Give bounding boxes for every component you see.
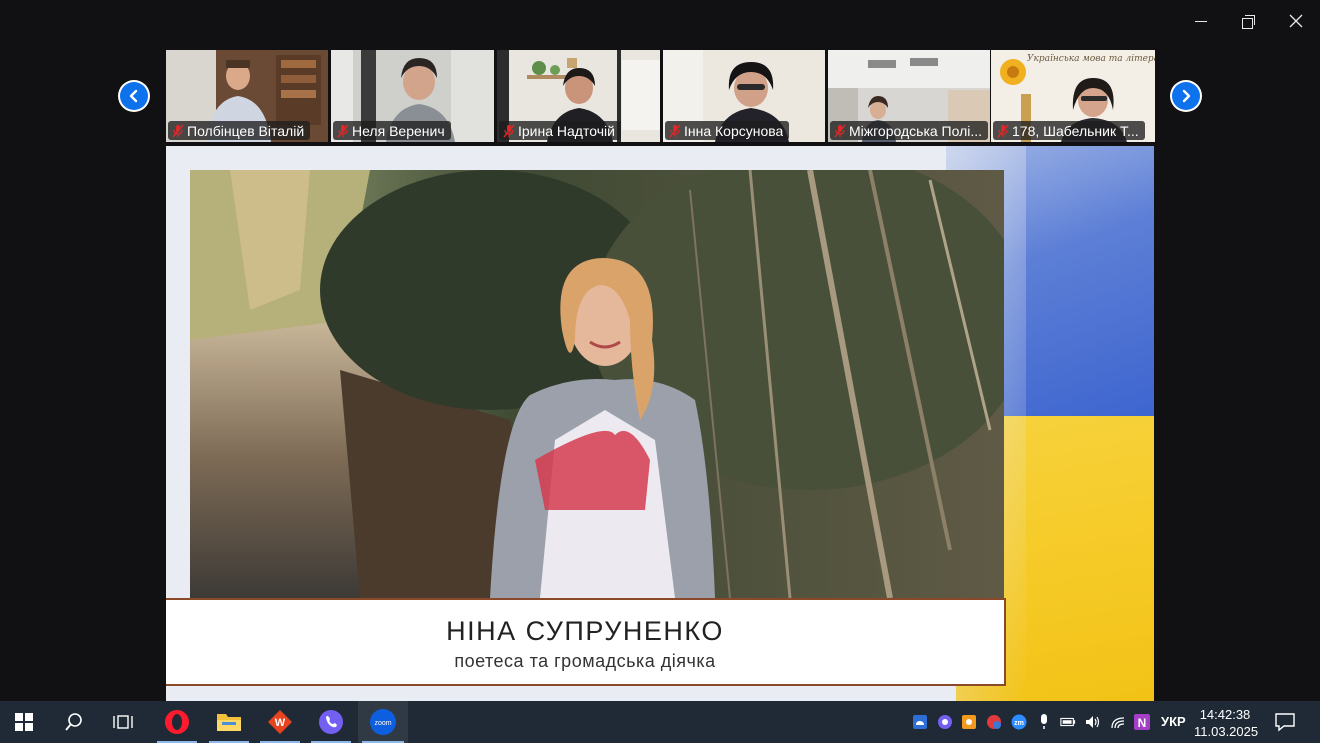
antivirus-tray-icon[interactable] bbox=[986, 714, 1002, 730]
minimize-button[interactable] bbox=[1178, 8, 1224, 34]
mic-muted-icon bbox=[669, 124, 681, 137]
participant-name: Інна Корсунова bbox=[684, 122, 784, 139]
gallery-next-button[interactable] bbox=[1170, 80, 1202, 112]
mic-muted-icon bbox=[834, 124, 846, 137]
participant-name: Полбінцев Віталій bbox=[187, 122, 305, 139]
file-explorer-taskbar-button[interactable] bbox=[205, 701, 253, 743]
participant-tile[interactable]: Полбінцев Віталій bbox=[166, 50, 328, 142]
participant-tile[interactable]: Міжгородська Полі... bbox=[828, 50, 990, 142]
clock-time: 14:42:38 bbox=[1199, 707, 1251, 722]
taskbar: W zoom zm N УКР 14:42:38 11.03.2025 bbox=[0, 701, 1320, 743]
task-view-button[interactable] bbox=[99, 701, 147, 743]
mic-muted-icon bbox=[997, 124, 1009, 137]
system-clock[interactable]: 14:42:38 11.03.2025 bbox=[1194, 706, 1259, 740]
participant-tile[interactable]: Інна Корсунова bbox=[663, 50, 825, 142]
search-icon bbox=[65, 713, 82, 731]
volume-icon bbox=[1086, 716, 1100, 728]
onenote-tray-icon[interactable]: N bbox=[1134, 714, 1150, 730]
chevron-left-icon bbox=[129, 89, 138, 103]
participant-name: 178, Шабельник Т... bbox=[1012, 122, 1139, 139]
folder-icon bbox=[217, 714, 241, 731]
battery-tray-icon[interactable] bbox=[1060, 714, 1076, 730]
speaker-role: поетеса та громадська діячка bbox=[454, 651, 716, 671]
search-button[interactable] bbox=[50, 701, 98, 743]
opera-icon bbox=[165, 710, 189, 734]
onedrive-tray-icon[interactable] bbox=[912, 714, 928, 730]
microphone-tray-icon[interactable] bbox=[1036, 714, 1052, 730]
input-language-indicator[interactable]: УКР bbox=[1161, 714, 1186, 729]
action-center-button[interactable] bbox=[1274, 712, 1296, 732]
zoom-icon: zm bbox=[1011, 714, 1027, 730]
viber-tray-icon[interactable] bbox=[937, 714, 953, 730]
svg-text:N: N bbox=[1138, 716, 1147, 730]
speaker-name: НІНА СУПРУНЕНКО bbox=[446, 616, 724, 646]
gallery-prev-button[interactable] bbox=[118, 80, 150, 112]
minimize-icon bbox=[1195, 20, 1207, 22]
cloud-icon bbox=[913, 715, 927, 729]
task-view-icon bbox=[113, 715, 133, 729]
wps-office-taskbar-button[interactable]: W bbox=[256, 701, 304, 743]
app-tray-icon[interactable] bbox=[961, 714, 977, 730]
zoom-icon: zoom bbox=[370, 709, 396, 735]
mic-muted-icon bbox=[337, 124, 349, 137]
wps-office-icon: W bbox=[268, 710, 292, 734]
battery-icon bbox=[1060, 717, 1076, 727]
participant-tile[interactable]: Неля Веренич bbox=[331, 50, 494, 142]
mic-muted-icon bbox=[503, 124, 515, 137]
participant-gallery: Полбінцев Віталій Неля Веренич Ірина Над… bbox=[166, 50, 1155, 142]
chevron-right-icon bbox=[1182, 89, 1191, 103]
svg-text:zoom: zoom bbox=[374, 720, 391, 727]
close-icon bbox=[1289, 14, 1303, 28]
microphone-icon bbox=[1041, 714, 1047, 729]
zoom-taskbar-button[interactable]: zoom bbox=[358, 701, 408, 743]
wifi-icon bbox=[1111, 717, 1125, 729]
orange-app-icon bbox=[962, 715, 976, 729]
close-button[interactable] bbox=[1273, 8, 1319, 34]
shield-icon bbox=[987, 715, 1001, 729]
windows-icon bbox=[15, 713, 33, 731]
volume-tray-icon[interactable] bbox=[1085, 714, 1101, 730]
notification-icon bbox=[1275, 713, 1295, 732]
opera-taskbar-button[interactable] bbox=[153, 701, 201, 743]
participant-tile[interactable]: Українська мова та література 178, Шабел… bbox=[991, 50, 1155, 142]
wifi-tray-icon[interactable] bbox=[1110, 714, 1126, 730]
participant-name: Міжгородська Полі... bbox=[849, 122, 983, 139]
speaker-photo bbox=[190, 170, 1004, 598]
participant-tile[interactable]: Ірина Надточій bbox=[497, 50, 660, 142]
clock-date: 11.03.2025 bbox=[1194, 724, 1259, 739]
maximize-button[interactable] bbox=[1225, 8, 1271, 34]
tile-banner: Українська мова та література bbox=[1027, 54, 1155, 64]
svg-text:W: W bbox=[275, 717, 286, 729]
svg-text:zm: zm bbox=[1014, 720, 1024, 727]
participant-name: Ірина Надточій bbox=[518, 122, 615, 139]
speaker-caption: НІНА СУПРУНЕНКО поетеса та громадська ді… bbox=[166, 598, 1006, 686]
start-button[interactable] bbox=[0, 701, 48, 743]
mic-muted-icon bbox=[172, 124, 184, 137]
viber-taskbar-button[interactable] bbox=[307, 701, 355, 743]
onenote-icon: N bbox=[1134, 714, 1150, 730]
zoom-tray-icon[interactable]: zm bbox=[1011, 714, 1027, 730]
viber-icon bbox=[938, 715, 952, 729]
participant-name: Неля Веренич bbox=[352, 122, 445, 139]
viber-icon bbox=[319, 710, 343, 734]
shared-screen: НІНА СУПРУНЕНКО поетеса та громадська ді… bbox=[166, 146, 1154, 701]
